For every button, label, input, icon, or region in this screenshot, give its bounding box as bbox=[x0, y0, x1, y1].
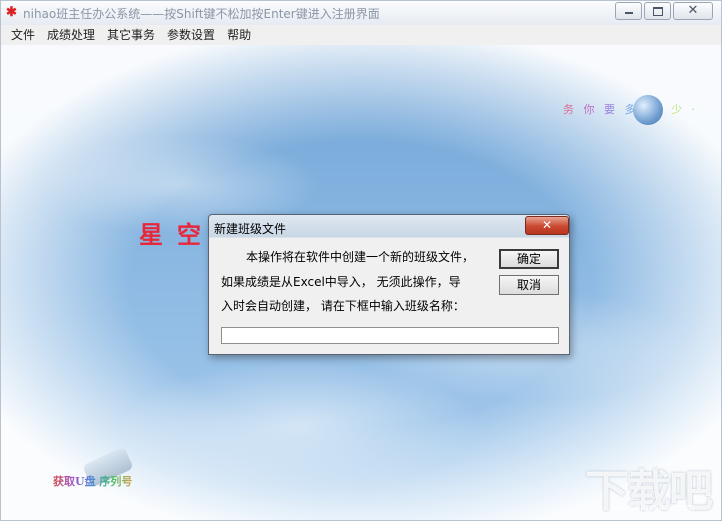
menu-item-grades[interactable]: 成绩处理 bbox=[41, 25, 101, 45]
cancel-button[interactable]: 取消 bbox=[499, 275, 559, 295]
main-window: ✱ nihao班主任办公系统——按Shift键不松加按Enter键进入注册界面 … bbox=[0, 0, 722, 521]
minimize-button[interactable] bbox=[615, 2, 642, 20]
menu-item-other-affairs[interactable]: 其它事务 bbox=[101, 25, 161, 45]
new-class-file-dialog: 新建班级文件 ✕ 本操作将在软件中创建一个新的班级文件， 如果成绩是从Excel… bbox=[208, 214, 570, 355]
dialog-close-button[interactable]: ✕ bbox=[525, 216, 569, 235]
window-controls: ✕ bbox=[615, 2, 713, 20]
brand-slogan: 务 你 要 多 · · 少 · bbox=[563, 103, 698, 116]
close-icon: ✕ bbox=[687, 3, 699, 18]
window-title: nihao班主任办公系统——按Shift键不松加按Enter键进入注册界面 bbox=[23, 7, 380, 21]
globe-icon bbox=[633, 95, 663, 125]
menu-item-settings[interactable]: 参数设置 bbox=[161, 25, 221, 45]
app-icon: ✱ bbox=[6, 5, 17, 20]
star-sky-text: 星空 bbox=[139, 220, 215, 249]
menu-item-file[interactable]: 文件 bbox=[5, 25, 41, 45]
close-icon: ✕ bbox=[541, 218, 553, 232]
dialog-body: 本操作将在软件中创建一个新的班级文件， 如果成绩是从Excel中导入， 无须此操… bbox=[212, 238, 566, 351]
minimize-icon bbox=[625, 12, 633, 14]
dialog-message-line: 入时会自动创建， 请在下框中输入班级名称： bbox=[221, 299, 465, 313]
ok-button[interactable]: 确定 bbox=[499, 249, 559, 269]
watermark-url: www.xiazaiba.com bbox=[611, 503, 695, 513]
class-name-input[interactable] bbox=[221, 327, 559, 344]
maximize-icon bbox=[653, 7, 663, 16]
dialog-title: 新建班级文件 bbox=[214, 222, 287, 236]
maximize-button[interactable] bbox=[644, 2, 671, 20]
menu-item-help[interactable]: 帮助 bbox=[221, 25, 257, 45]
dialog-message-line: 本操作将在软件中创建一个新的班级文件， bbox=[246, 250, 475, 264]
get-usb-serial-link[interactable]: 获取U盘 序列号 bbox=[53, 473, 132, 489]
title-bar[interactable]: ✱ nihao班主任办公系统——按Shift键不松加按Enter键进入注册界面 … bbox=[1, 1, 721, 25]
dialog-message-line: 如果成绩是从Excel中导入， 无须此操作，导 bbox=[221, 275, 461, 289]
window-close-button[interactable]: ✕ bbox=[673, 2, 713, 20]
menu-bar: 文件 成绩处理 其它事务 参数设置 帮助 bbox=[1, 25, 721, 45]
